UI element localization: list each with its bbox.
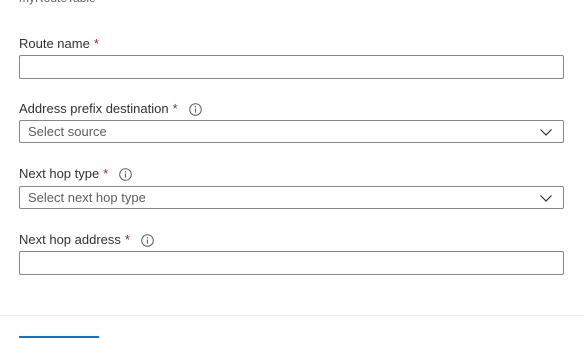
info-icon[interactable] <box>119 167 133 181</box>
next-hop-type-label: Next hop type * <box>19 166 133 182</box>
next-hop-type-label-text: Next hop type <box>19 166 100 181</box>
next-hop-address-label-text: Next hop address <box>19 232 121 247</box>
next-hop-address-input[interactable] <box>19 251 564 275</box>
address-prefix-destination-label-text: Address prefix destination <box>19 101 169 116</box>
chevron-down-icon <box>539 191 553 205</box>
route-table-name: myRouteTable <box>19 0 96 5</box>
route-name-input[interactable] <box>19 55 564 79</box>
address-prefix-destination-dropdown[interactable]: Select source <box>19 120 564 143</box>
route-name-label-text: Route name <box>19 36 90 51</box>
required-asterisk: * <box>103 166 109 181</box>
footer-divider <box>0 315 584 316</box>
next-hop-type-dropdown[interactable]: Select next hop type <box>19 186 564 209</box>
address-prefix-destination-label: Address prefix destination * <box>19 101 202 117</box>
required-asterisk: * <box>124 232 130 247</box>
required-asterisk: * <box>172 101 178 116</box>
info-icon[interactable] <box>188 102 202 116</box>
required-asterisk: * <box>93 36 99 51</box>
address-prefix-destination-selected: Select source <box>28 124 107 139</box>
add-route-panel: myRouteTable Route name * Address prefix… <box>0 0 584 338</box>
chevron-down-icon <box>539 125 553 139</box>
next-hop-type-selected: Select next hop type <box>28 190 146 205</box>
next-hop-address-label: Next hop address * <box>19 232 154 248</box>
info-icon[interactable] <box>141 233 154 247</box>
route-name-label: Route name * <box>19 36 99 52</box>
